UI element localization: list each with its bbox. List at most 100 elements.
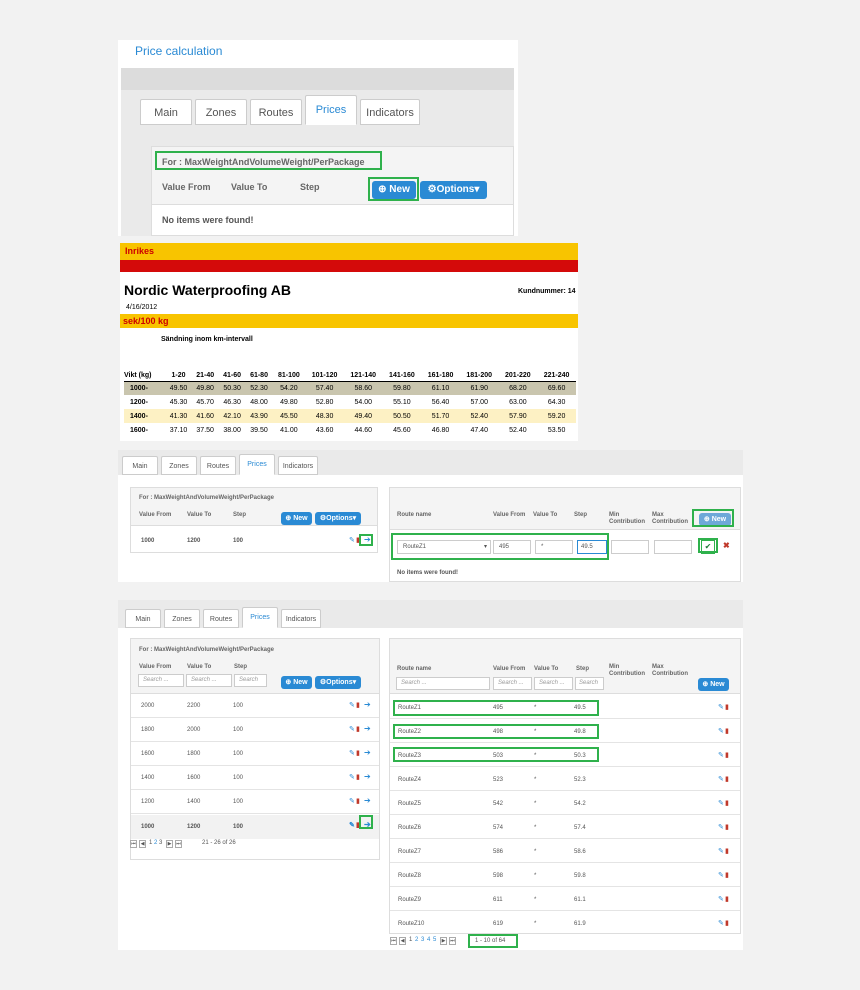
highlight-save <box>698 538 718 553</box>
trash-icon[interactable]: ▮ <box>725 823 729 831</box>
search-value-from[interactable]: Search ... <box>138 674 184 687</box>
banner-text: Inrikes <box>125 246 155 256</box>
last-page-icon[interactable]: ⏭ <box>449 937 456 945</box>
edit-icon[interactable]: ✎ <box>718 919 724 927</box>
tab-routes[interactable]: Routes <box>203 609 239 628</box>
last-page-icon[interactable]: ⏭ <box>175 840 182 848</box>
edit-icon[interactable]: ✎ <box>718 751 724 759</box>
page-link[interactable]: 5 <box>433 937 436 943</box>
route-row[interactable]: RouteZ5 542 * 54.2 ✎ ▮ <box>390 792 740 815</box>
page-link[interactable]: 2 <box>415 937 418 943</box>
tab-indicators[interactable]: Indicators <box>281 609 321 628</box>
search-route-name[interactable]: Search ... <box>396 677 490 690</box>
new-button[interactable]: ⊕ New <box>281 676 312 689</box>
trash-icon[interactable]: ▮ <box>356 725 360 733</box>
cell-route: RouteZ9 <box>398 897 422 903</box>
tab-indicators[interactable]: Indicators <box>278 456 318 475</box>
tab-zones[interactable]: Zones <box>195 99 247 125</box>
edit-icon[interactable]: ✎ <box>718 895 724 903</box>
arrow-right-icon[interactable]: ➔ <box>364 772 371 781</box>
edit-icon[interactable]: ✎ <box>718 823 724 831</box>
trash-icon[interactable]: ▮ <box>356 749 360 757</box>
edit-icon[interactable]: ✎ <box>349 797 355 805</box>
edit-icon[interactable]: ✎ <box>718 775 724 783</box>
page-link[interactable]: 1 <box>149 840 152 846</box>
edit-icon[interactable]: ✎ <box>349 536 355 544</box>
tab-main[interactable]: Main <box>122 456 158 475</box>
table-row[interactable]: 1200 1400 100 ✎ ▮ ➔ <box>131 791 379 814</box>
trash-icon[interactable]: ▮ <box>725 919 729 927</box>
search-value-to[interactable]: Search ... <box>534 677 573 690</box>
first-page-icon[interactable]: ⏮ <box>130 840 137 848</box>
edit-icon[interactable]: ✎ <box>349 701 355 709</box>
options-button[interactable]: ⚙Options▾ <box>420 181 487 199</box>
tab-prices[interactable]: Prices <box>242 607 278 628</box>
table-row[interactable]: 1400 1600 100 ✎ ▮ ➔ <box>131 767 379 790</box>
new-route-button[interactable]: ⊕ New <box>698 678 729 691</box>
tab-prices[interactable]: Prices <box>305 95 357 125</box>
trash-icon[interactable]: ▮ <box>356 773 360 781</box>
page-link[interactable]: 3 <box>421 937 424 943</box>
search-value-to[interactable]: Search ... <box>186 674 232 687</box>
table-row[interactable]: 1600 1800 100 ✎ ▮ ➔ <box>131 743 379 766</box>
trash-icon[interactable]: ▮ <box>725 847 729 855</box>
table-row[interactable]: 2000 2200 100 ✎ ▮ ➔ <box>131 695 379 718</box>
edit-icon[interactable]: ✎ <box>349 725 355 733</box>
tab-zones[interactable]: Zones <box>161 456 197 475</box>
page-link-current[interactable]: 2 <box>154 840 157 846</box>
edit-icon[interactable]: ✎ <box>718 799 724 807</box>
trash-icon[interactable]: ▮ <box>725 727 729 735</box>
tab-zones[interactable]: Zones <box>164 609 200 628</box>
edit-icon[interactable]: ✎ <box>349 821 355 829</box>
prev-page-icon[interactable]: ◀ <box>139 840 146 848</box>
next-page-icon[interactable]: ▶ <box>166 840 173 848</box>
search-step[interactable]: Search <box>234 674 267 687</box>
tab-main[interactable]: Main <box>140 99 192 125</box>
arrow-right-icon[interactable]: ➔ <box>364 724 371 733</box>
edit-icon[interactable]: ✎ <box>718 871 724 879</box>
page-link[interactable]: 3 <box>159 840 162 846</box>
tab-prices[interactable]: Prices <box>239 454 275 475</box>
trash-icon[interactable]: ▮ <box>725 799 729 807</box>
arrow-right-icon[interactable]: ➔ <box>364 796 371 805</box>
prev-page-icon[interactable]: ◀ <box>399 937 406 945</box>
edit-icon[interactable]: ✎ <box>718 847 724 855</box>
search-value-from[interactable]: Search ... <box>493 677 532 690</box>
route-row[interactable]: RouteZ10 619 * 61.9 ✎ ▮ <box>390 912 740 934</box>
route-row[interactable]: RouteZ6 574 * 57.4 ✎ ▮ <box>390 816 740 839</box>
arrow-right-icon[interactable]: ➔ <box>364 748 371 757</box>
route-row[interactable]: RouteZ7 586 * 58.6 ✎ ▮ <box>390 840 740 863</box>
table-row-selected[interactable]: 1000 1200 100 ✎ ▮ ➔ <box>131 815 379 839</box>
tab-indicators[interactable]: Indicators <box>360 99 420 125</box>
edit-icon[interactable]: ✎ <box>349 773 355 781</box>
options-button[interactable]: ⚙Options▾ <box>315 512 361 525</box>
edit-icon[interactable]: ✎ <box>718 703 724 711</box>
min-contribution-input[interactable] <box>611 540 649 554</box>
cancel-icon[interactable]: ✖ <box>723 541 730 550</box>
arrow-right-icon[interactable]: ➔ <box>364 700 371 709</box>
first-page-icon[interactable]: ⏮ <box>390 937 397 945</box>
trash-icon[interactable]: ▮ <box>356 797 360 805</box>
table-row[interactable]: 1800 2000 100 ✎ ▮ ➔ <box>131 719 379 742</box>
edit-icon[interactable]: ✎ <box>718 727 724 735</box>
edit-icon[interactable]: ✎ <box>349 749 355 757</box>
page-link-current[interactable]: 1 <box>409 937 412 943</box>
tab-routes[interactable]: Routes <box>250 99 302 125</box>
trash-icon[interactable]: ▮ <box>725 703 729 711</box>
trash-icon[interactable]: ▮ <box>725 775 729 783</box>
route-row[interactable]: RouteZ9 611 * 61.1 ✎ ▮ <box>390 888 740 911</box>
max-contribution-input[interactable] <box>654 540 692 554</box>
options-button[interactable]: ⚙Options▾ <box>315 676 361 689</box>
trash-icon[interactable]: ▮ <box>725 751 729 759</box>
route-row[interactable]: RouteZ8 598 * 59.8 ✎ ▮ <box>390 864 740 887</box>
search-step[interactable]: Search <box>575 677 604 690</box>
trash-icon[interactable]: ▮ <box>725 895 729 903</box>
tab-main[interactable]: Main <box>125 609 161 628</box>
next-page-icon[interactable]: ▶ <box>440 937 447 945</box>
page-link[interactable]: 4 <box>427 937 430 943</box>
tab-routes[interactable]: Routes <box>200 456 236 475</box>
trash-icon[interactable]: ▮ <box>725 871 729 879</box>
new-button[interactable]: ⊕ New <box>281 512 312 525</box>
trash-icon[interactable]: ▮ <box>356 701 360 709</box>
route-row[interactable]: RouteZ4 523 * 52.3 ✎ ▮ <box>390 768 740 791</box>
